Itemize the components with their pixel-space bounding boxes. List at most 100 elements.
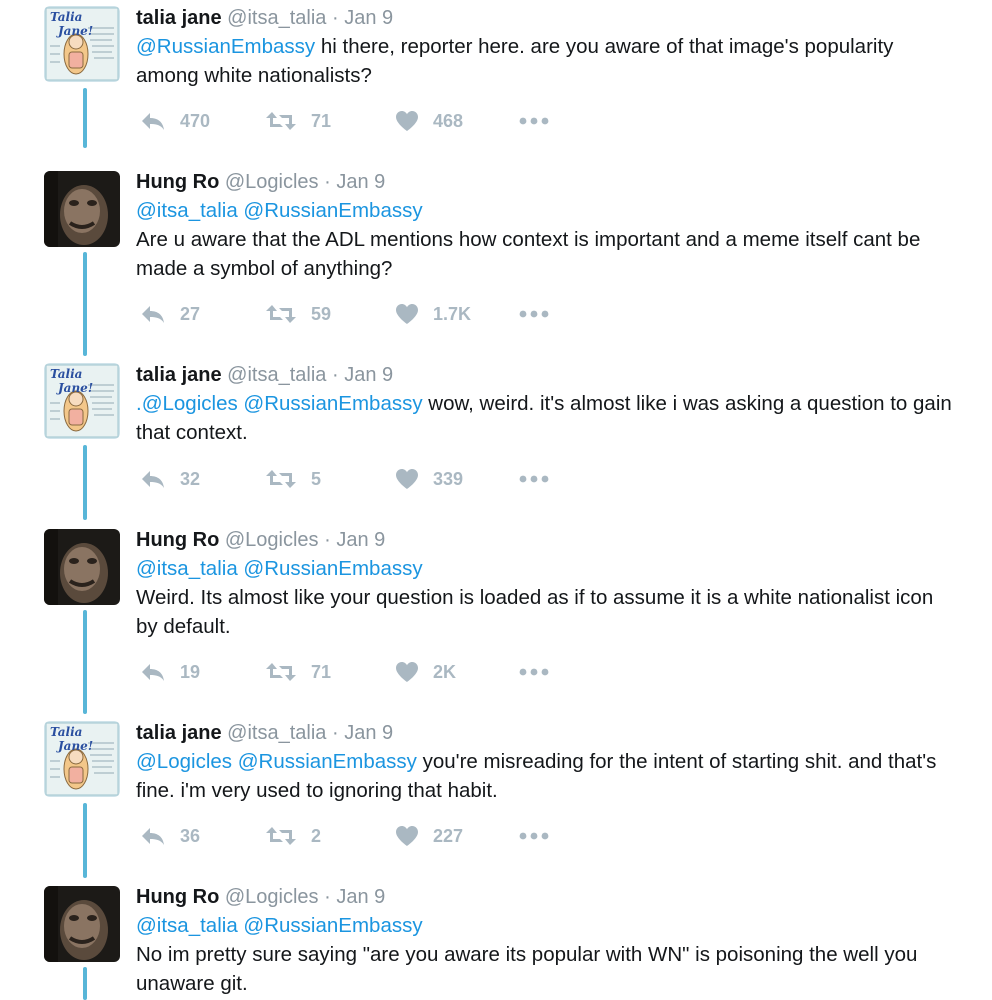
reply-button[interactable]: 19 — [140, 657, 200, 687]
retweet-icon — [266, 663, 296, 681]
more-button[interactable] — [518, 106, 550, 136]
tweet-actions: 36 2 227 — [140, 821, 600, 851]
like-count: 227 — [433, 825, 464, 846]
author-name[interactable]: talia jane — [136, 364, 222, 386]
retweet-button[interactable]: 5 — [265, 464, 321, 494]
author-name[interactable]: Hung Ro — [136, 171, 219, 193]
like-button[interactable]: 227 — [395, 821, 463, 851]
like-button[interactable]: 1.7K — [395, 299, 471, 329]
retweet-icon — [266, 305, 296, 323]
more-button[interactable] — [518, 821, 550, 851]
avatar-caption: Talia — [50, 367, 82, 381]
author-handle[interactable]: @Logicles — [225, 529, 319, 551]
heart-icon — [396, 469, 418, 489]
tweet-header: Hung Ro @Logicles · Jan 9 — [136, 526, 956, 554]
tweet-thread: Talia Jane! talia jane @itsa_talia · Jan… — [0, 0, 992, 1000]
heart-icon — [396, 304, 418, 324]
more-button[interactable] — [518, 464, 550, 494]
tweet-date[interactable]: Jan 9 — [344, 364, 393, 386]
like-count: 468 — [433, 110, 464, 131]
talia-avatar-drawing: Talia Jane! — [44, 6, 120, 82]
user-photo-icon — [44, 886, 120, 962]
avatar-caption: Jane! — [56, 381, 93, 395]
retweet-count: 71 — [311, 110, 332, 131]
talia-avatar-drawing: Talia Jane! — [44, 721, 120, 797]
mention-links[interactable]: @RussianEmbassy — [136, 35, 315, 58]
retweet-button[interactable]: 59 — [265, 299, 331, 329]
author-handle[interactable]: @itsa_talia — [227, 7, 326, 29]
reply-button[interactable]: 27 — [140, 299, 200, 329]
like-count: 2K — [433, 661, 457, 682]
heart-icon — [396, 662, 418, 682]
avatar[interactable]: Talia Jane! — [44, 721, 120, 797]
reply-count: 36 — [180, 825, 201, 846]
retweet-icon — [266, 112, 296, 130]
avatar[interactable]: Talia Jane! — [44, 6, 120, 82]
tweet-date[interactable]: Jan 9 — [344, 722, 393, 744]
reply-button[interactable]: 36 — [140, 821, 200, 851]
avatar-caption: Jane! — [56, 24, 93, 38]
like-button[interactable]: 468 — [395, 106, 463, 136]
author-handle[interactable]: @Logicles — [225, 886, 319, 908]
tweet-header: Hung Ro @Logicles · Jan 9 — [136, 883, 956, 911]
author-name[interactable]: talia jane — [136, 722, 222, 744]
talia-avatar-drawing: Talia Jane! — [44, 363, 120, 439]
retweet-count: 2 — [311, 825, 322, 846]
author-handle[interactable]: @itsa_talia — [227, 364, 326, 386]
mention-links[interactable]: @itsa_talia @RussianEmbassy — [136, 557, 423, 580]
retweet-button[interactable]: 71 — [265, 106, 331, 136]
reply-icon — [142, 306, 164, 323]
author-handle[interactable]: @Logicles — [225, 171, 319, 193]
tweet-body: Hung Ro @Logicles · Jan 9 @itsa_talia @R… — [136, 168, 956, 283]
like-button[interactable]: 339 — [395, 464, 463, 494]
retweet-button[interactable]: 2 — [265, 821, 321, 851]
more-dots-icon — [519, 832, 549, 840]
tweet-date[interactable]: Jan 9 — [336, 886, 385, 908]
avatar-caption: Talia — [50, 725, 82, 739]
retweet-icon — [266, 827, 296, 845]
retweet-count: 5 — [311, 468, 322, 489]
reply-button[interactable]: 470 — [140, 106, 210, 136]
mention-links[interactable]: .@Logicles @RussianEmbassy — [136, 392, 423, 415]
author-name[interactable]: Hung Ro — [136, 886, 219, 908]
avatar[interactable] — [44, 171, 120, 247]
like-button[interactable]: 2K — [395, 657, 456, 687]
reply-count: 27 — [180, 303, 201, 324]
reply-count: 470 — [180, 110, 211, 131]
separator: · — [324, 171, 331, 193]
separator: · — [331, 7, 339, 29]
tweet-date[interactable]: Jan 9 — [336, 171, 385, 193]
tweet-mentions-line: @itsa_talia @RussianEmbassy — [136, 196, 956, 225]
reply-button[interactable]: 32 — [140, 464, 200, 494]
retweet-count: 71 — [311, 661, 332, 682]
mention-links[interactable]: @Logicles @RussianEmbassy — [136, 750, 417, 773]
thread-line — [83, 445, 87, 520]
tweet-mentions-line: @itsa_talia @RussianEmbassy — [136, 911, 956, 940]
separator: · — [324, 529, 331, 551]
author-name[interactable]: talia jane — [136, 7, 222, 29]
tweet-text: @RussianEmbassy hi there, reporter here.… — [136, 32, 956, 90]
author-name[interactable]: Hung Ro — [136, 529, 219, 551]
more-button[interactable] — [518, 657, 550, 687]
tweet-date[interactable]: Jan 9 — [336, 529, 385, 551]
retweet-icon — [266, 470, 296, 488]
tweet-date[interactable]: Jan 9 — [344, 7, 393, 29]
mention-links[interactable]: @itsa_talia @RussianEmbassy — [136, 199, 423, 222]
tweet-body: talia jane @itsa_talia · Jan 9 @RussianE… — [136, 4, 956, 90]
like-count: 339 — [433, 468, 464, 489]
tweet-actions: 27 59 1.7K — [140, 299, 600, 329]
more-button[interactable] — [518, 299, 550, 329]
avatar[interactable] — [44, 886, 120, 962]
tweet-text: @Logicles @RussianEmbassy you're misread… — [136, 747, 956, 805]
avatar[interactable]: Talia Jane! — [44, 363, 120, 439]
separator: · — [331, 722, 339, 744]
retweet-count: 59 — [311, 303, 332, 324]
reply-count: 19 — [180, 661, 201, 682]
avatar[interactable] — [44, 529, 120, 605]
tweet-text: Weird. Its almost like your question is … — [136, 586, 934, 638]
retweet-button[interactable]: 71 — [265, 657, 331, 687]
separator: · — [324, 886, 331, 908]
mention-links[interactable]: @itsa_talia @RussianEmbassy — [136, 914, 423, 937]
tweet-header: talia jane @itsa_talia · Jan 9 — [136, 719, 956, 747]
author-handle[interactable]: @itsa_talia — [227, 722, 326, 744]
